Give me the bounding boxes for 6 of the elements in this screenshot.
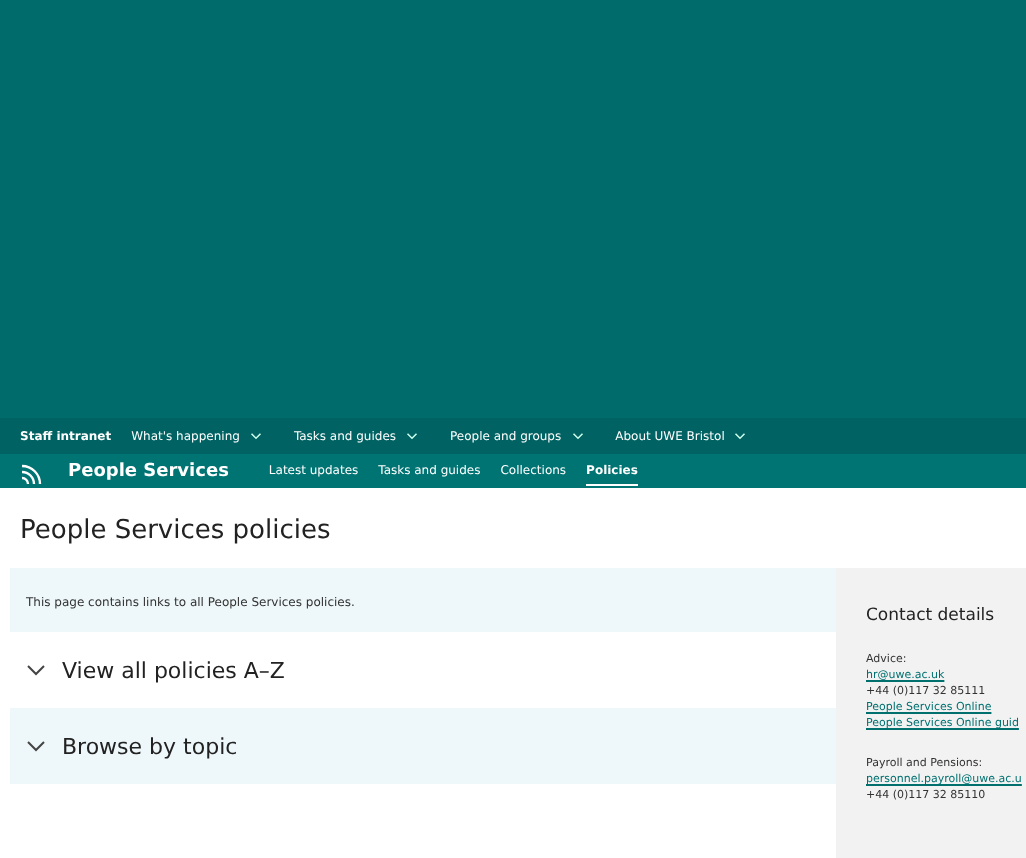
chevron-icon — [26, 740, 46, 752]
contact-title: Contact details — [866, 606, 997, 626]
page-title: People Services policies — [18, 514, 333, 548]
chevron-icon — [26, 664, 46, 676]
accordion-header[interactable]: Browse by topic — [10, 708, 836, 784]
site-title: People Services — [68, 461, 229, 481]
